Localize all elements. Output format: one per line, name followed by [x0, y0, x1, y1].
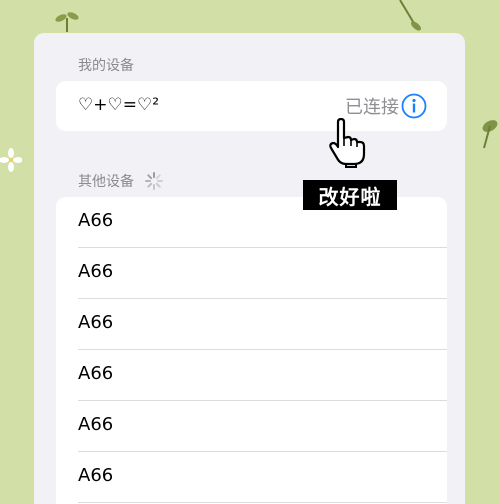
- device-list-item-label: A66: [78, 261, 114, 282]
- my-device-row[interactable]: ♡+♡=♡² 已连接: [56, 81, 447, 131]
- divider: [78, 502, 447, 503]
- device-list-item-label: A66: [78, 363, 114, 384]
- leaf-icon: [482, 120, 498, 149]
- device-list-item[interactable]: A66: [56, 350, 447, 401]
- connection-status: 已连接: [345, 97, 399, 118]
- flower-icon: [0, 148, 22, 172]
- info-icon[interactable]: [401, 93, 427, 119]
- sprout-icon: [55, 12, 79, 32]
- other-devices-header: 其他设备: [78, 171, 164, 191]
- device-list-item-label: A66: [78, 312, 114, 333]
- device-list-item-label: A66: [78, 465, 114, 486]
- my-devices-header-label: 我的设备: [78, 58, 134, 74]
- bluetooth-settings-panel: 我的设备 ♡+♡=♡² 已连接 其他设备 A66 A66 A66 A66 A66…: [34, 33, 465, 504]
- leaf-icon: [399, 0, 421, 31]
- device-list-item[interactable]: A66: [56, 248, 447, 299]
- loading-spinner-icon: [145, 172, 163, 190]
- device-list-item[interactable]: A66: [56, 452, 447, 503]
- other-devices-list: A66 A66 A66 A66 A66 A66: [56, 197, 447, 504]
- device-name: ♡+♡=♡²: [78, 95, 160, 115]
- overlay-caption: 改好啦: [303, 180, 397, 210]
- device-list-item[interactable]: A66: [56, 299, 447, 350]
- hand-pointer-icon: [329, 118, 366, 168]
- device-list-item-label: A66: [78, 414, 114, 435]
- my-devices-header: 我的设备: [78, 55, 134, 75]
- device-list-item[interactable]: A66: [56, 401, 447, 452]
- other-devices-header-label: 其他设备: [78, 174, 134, 190]
- device-list-item-label: A66: [78, 210, 114, 231]
